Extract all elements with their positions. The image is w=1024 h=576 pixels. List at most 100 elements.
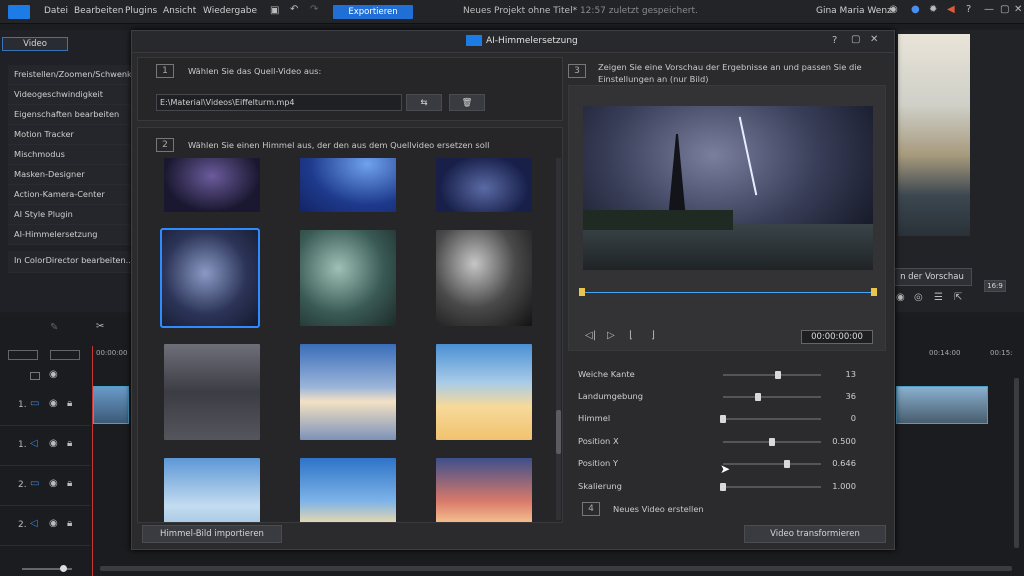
sky-grid-scrollbar[interactable] <box>556 158 561 520</box>
track-toggle-icon[interactable] <box>30 372 40 380</box>
slider-track[interactable] <box>723 486 821 488</box>
minimize-icon[interactable]: — <box>984 4 994 15</box>
maximize-icon[interactable]: ▢ <box>1000 4 1009 15</box>
fit-timeline-icon[interactable] <box>50 350 80 360</box>
maximize-icon[interactable]: ▢ <box>851 34 860 45</box>
user-name: Gina Maria Wenz <box>816 6 892 16</box>
playhead[interactable] <box>92 346 93 576</box>
seek-start-marker[interactable] <box>579 288 585 296</box>
tool-item[interactable]: Eigenschaften bearbeiten <box>8 105 132 125</box>
tool-item[interactable]: Videogeschwindigkeit <box>8 85 132 105</box>
pen-icon[interactable]: ✎ <box>50 322 58 333</box>
slider-knob[interactable] <box>755 393 762 401</box>
scrollbar-thumb[interactable] <box>556 410 561 454</box>
eye-icon[interactable]: ◉ <box>49 518 58 529</box>
sky-thumbnail[interactable] <box>436 230 532 326</box>
lock-icon[interactable]: 🔒︎ <box>67 398 72 409</box>
eye-icon[interactable]: ◉ <box>49 438 58 449</box>
eye-icon[interactable]: ◉ <box>49 369 58 380</box>
close-icon[interactable]: ✕ <box>1014 4 1022 15</box>
track-manager-icon[interactable] <box>8 350 38 360</box>
help-icon[interactable]: ? <box>832 35 837 46</box>
tool-item[interactable]: Action-Kamera-Center <box>8 185 132 205</box>
play-icon[interactable]: ▷ <box>607 330 615 341</box>
timeline-clip[interactable] <box>93 386 129 424</box>
slider-knob[interactable] <box>774 371 781 379</box>
tool-item[interactable]: Masken-Designer <box>8 165 132 185</box>
eye-icon[interactable]: ◉ <box>49 398 58 409</box>
delete-button[interactable]: 🗑︎ <box>449 94 485 111</box>
menu-item-datei[interactable]: Datei <box>44 6 68 16</box>
seek-end-marker[interactable] <box>871 288 877 296</box>
scissors-icon[interactable]: ✂ <box>96 321 104 332</box>
sky-thumbnail[interactable] <box>300 230 396 326</box>
slider-value: 0 <box>850 413 856 423</box>
eye-icon[interactable]: ◉ <box>49 478 58 489</box>
sky-thumbnail[interactable] <box>164 458 260 522</box>
browse-button[interactable]: ⇆ <box>406 94 442 111</box>
tool-item[interactable]: Freistellen/Zoomen/Schwenken <box>8 65 132 85</box>
popout-icon[interactable]: ⇱ <box>954 292 962 303</box>
transform-video-button[interactable]: Video transformieren <box>744 525 886 543</box>
slider-knob[interactable] <box>783 460 790 468</box>
tab-video[interactable]: Video <box>2 37 68 51</box>
account-icon[interactable]: ◉ <box>889 4 898 15</box>
snapshot-icon[interactable]: ◉ <box>896 292 905 303</box>
slider-track[interactable] <box>723 396 821 398</box>
track-header: 2. ◁ ◉ 🔒︎ <box>0 506 90 546</box>
menu-item-wiedergabe[interactable]: Wiedergabe <box>203 6 257 16</box>
timeline-horizontal-scrollbar[interactable] <box>100 566 1012 571</box>
sky-thumbnail[interactable] <box>300 344 396 440</box>
sky-thumbnail[interactable] <box>436 458 532 522</box>
preview-seekbar[interactable] <box>581 292 875 293</box>
lock-icon[interactable]: 🔒︎ <box>67 438 72 449</box>
settings-gear-icon[interactable]: ✹ <box>929 4 937 15</box>
tool-item[interactable]: In ColorDirector bearbeiten... <box>8 251 132 273</box>
sky-thumbnail[interactable] <box>436 158 532 212</box>
tool-item[interactable]: AI Style Plugin <box>8 205 132 225</box>
sky-thumbnail-selected[interactable] <box>160 228 260 328</box>
notification-icon[interactable]: ● <box>911 4 920 15</box>
slider-track[interactable] <box>723 374 821 376</box>
megaphone-icon[interactable]: ◀ <box>947 4 955 15</box>
slider-knob[interactable] <box>720 483 726 491</box>
import-sky-button[interactable]: Himmel-Bild importieren <box>142 525 282 543</box>
mark-out-icon[interactable]: ⌋ <box>651 330 655 341</box>
camera-icon[interactable]: ◎ <box>914 292 923 303</box>
slider-track[interactable] <box>723 463 821 465</box>
timeline-vertical-scrollbar[interactable] <box>1014 378 1019 548</box>
redo-icon[interactable]: ↷ <box>310 4 318 15</box>
save-icon[interactable]: ▣ <box>270 5 279 16</box>
river <box>583 224 873 270</box>
tool-item[interactable]: Mischmodus <box>8 145 132 165</box>
aspect-ratio-select[interactable]: 16:9 <box>984 280 1006 292</box>
tool-item[interactable]: Motion Tracker <box>8 125 132 145</box>
prev-frame-icon[interactable]: ◁| <box>585 330 596 341</box>
help-icon[interactable]: ? <box>966 4 971 15</box>
menu-item-ansicht[interactable]: Ansicht <box>163 6 196 16</box>
undo-icon[interactable]: ↶ <box>290 4 298 15</box>
export-button[interactable]: Exportieren <box>333 5 413 19</box>
tool-item[interactable]: AI-Himmelersetzung <box>8 225 132 245</box>
sky-thumbnail[interactable] <box>300 158 396 212</box>
list-icon[interactable]: ☰ <box>934 292 943 303</box>
lock-icon[interactable]: 🔒︎ <box>67 478 72 489</box>
source-path-field[interactable]: E:\Material\Videos\Eiffelturm.mp4 <box>156 94 402 111</box>
zoom-slider-knob[interactable] <box>60 565 67 572</box>
menu-item-bearbeiten[interactable]: Bearbeiten <box>74 6 123 16</box>
sky-thumbnail[interactable] <box>164 344 260 440</box>
timeline-clip[interactable] <box>896 386 988 424</box>
time-mid: 00:14:00 <box>929 349 961 357</box>
slider-knob[interactable] <box>769 438 775 446</box>
sky-thumbnail[interactable] <box>300 458 396 522</box>
sky-thumbnail[interactable] <box>164 158 260 212</box>
sky-thumbnail[interactable] <box>436 344 532 440</box>
mark-in-icon[interactable]: ⌊ <box>629 330 633 341</box>
lock-icon[interactable]: 🔒︎ <box>67 518 72 529</box>
preview-quality-button[interactable]: n der Vorschau <box>892 268 972 286</box>
close-icon[interactable]: ✕ <box>870 34 878 45</box>
menu-item-plugins[interactable]: Plugins <box>125 6 157 16</box>
source-video-section: 1 Wählen Sie das Quell-Video aus: E:\Mat… <box>137 57 563 121</box>
slider-track[interactable] <box>723 418 821 420</box>
slider-knob[interactable] <box>720 415 726 423</box>
